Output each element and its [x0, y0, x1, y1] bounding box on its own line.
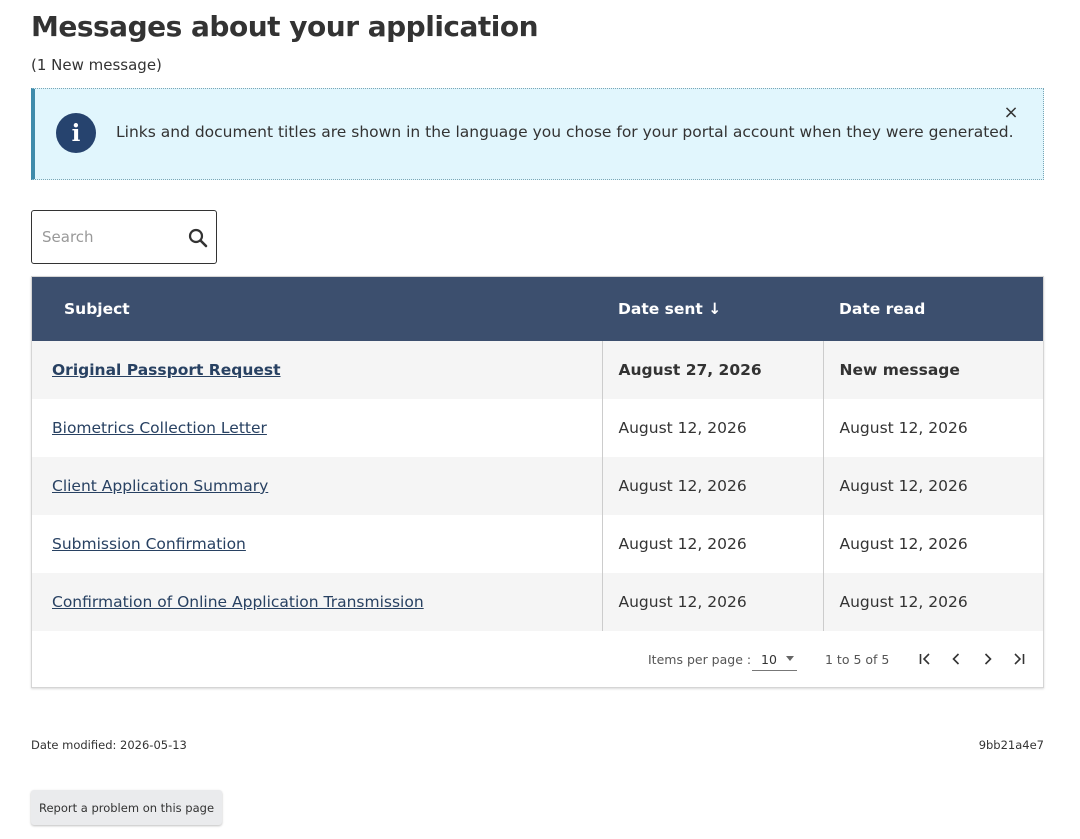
cell-date-read: August 12, 2026	[822, 573, 1043, 631]
items-per-page-label: Items per page :	[648, 652, 752, 667]
new-message-count: (1 New message)	[31, 56, 162, 74]
search-box	[31, 210, 217, 264]
cell-date-read: New message	[822, 341, 1043, 399]
cell-subject: Biometrics Collection Letter	[32, 399, 602, 457]
cell-date-sent: August 12, 2026	[601, 457, 823, 515]
messages-table: Subject Date sent ↓ Date read Original P…	[32, 277, 1043, 631]
info-icon: i	[56, 113, 96, 153]
next-page-button[interactable]	[977, 648, 999, 670]
table-header-row: Subject Date sent ↓ Date read	[32, 277, 1043, 341]
cell-date-read: August 12, 2026	[822, 515, 1043, 573]
cell-date-read: August 12, 2026	[822, 457, 1043, 515]
alert-text: Links and document titles are shown in t…	[116, 123, 1014, 141]
page-range-label: 1 to 5 of 5	[825, 652, 890, 667]
message-link[interactable]: Confirmation of Online Application Trans…	[52, 593, 424, 611]
last-page-icon	[1014, 653, 1025, 665]
table-row: Client Application Summary August 12, 20…	[32, 457, 1043, 515]
cell-date-sent: August 12, 2026	[601, 515, 823, 573]
date-modified: Date modified: 2026-05-13	[31, 738, 187, 752]
next-page-icon	[984, 653, 992, 665]
cell-subject: Original Passport Request	[32, 341, 602, 399]
cell-subject: Confirmation of Online Application Trans…	[32, 573, 602, 631]
cell-date-sent: August 12, 2026	[601, 573, 823, 631]
message-link[interactable]: Original Passport Request	[52, 361, 281, 379]
report-problem-button[interactable]: Report a problem on this page	[31, 790, 222, 825]
page-title: Messages about your application	[31, 10, 539, 43]
close-icon[interactable]: ×	[1001, 103, 1021, 123]
info-alert: i Links and document titles are shown in…	[31, 88, 1044, 180]
table-row: Original Passport Request August 27, 202…	[32, 341, 1043, 399]
previous-page-button[interactable]	[945, 648, 967, 670]
search-input[interactable]	[42, 225, 177, 249]
cell-date-sent: August 27, 2026	[601, 341, 823, 399]
column-header-date-read: Date read	[839, 300, 926, 318]
first-page-button[interactable]	[914, 648, 936, 670]
cell-subject: Client Application Summary	[32, 457, 602, 515]
column-header-date-sent[interactable]: Date sent ↓	[602, 277, 823, 341]
chevron-down-icon	[786, 656, 794, 661]
table-row: Submission Confirmation August 12, 2026 …	[32, 515, 1043, 573]
previous-page-icon	[952, 653, 960, 665]
cell-date-sent: August 12, 2026	[601, 399, 823, 457]
version-id: 9bb21a4e7	[978, 738, 1044, 752]
pagination: Items per page : 10 1 to 5 of 5	[32, 631, 1043, 687]
cell-subject: Submission Confirmation	[32, 515, 602, 573]
last-page-button[interactable]	[1008, 648, 1030, 670]
messages-table-container: Subject Date sent ↓ Date read Original P…	[31, 276, 1044, 688]
table-row: Biometrics Collection Letter August 12, …	[32, 399, 1043, 457]
column-header-subject: Subject	[64, 300, 130, 318]
message-link[interactable]: Biometrics Collection Letter	[52, 419, 267, 437]
first-page-icon	[919, 653, 930, 665]
table-row: Confirmation of Online Application Trans…	[32, 573, 1043, 631]
message-link[interactable]: Client Application Summary	[52, 477, 268, 495]
cell-date-read: August 12, 2026	[822, 399, 1043, 457]
items-per-page-value: 10	[761, 652, 777, 667]
search-icon[interactable]	[187, 227, 209, 249]
items-per-page-select[interactable]: 10	[752, 649, 797, 671]
message-link[interactable]: Submission Confirmation	[52, 535, 246, 553]
